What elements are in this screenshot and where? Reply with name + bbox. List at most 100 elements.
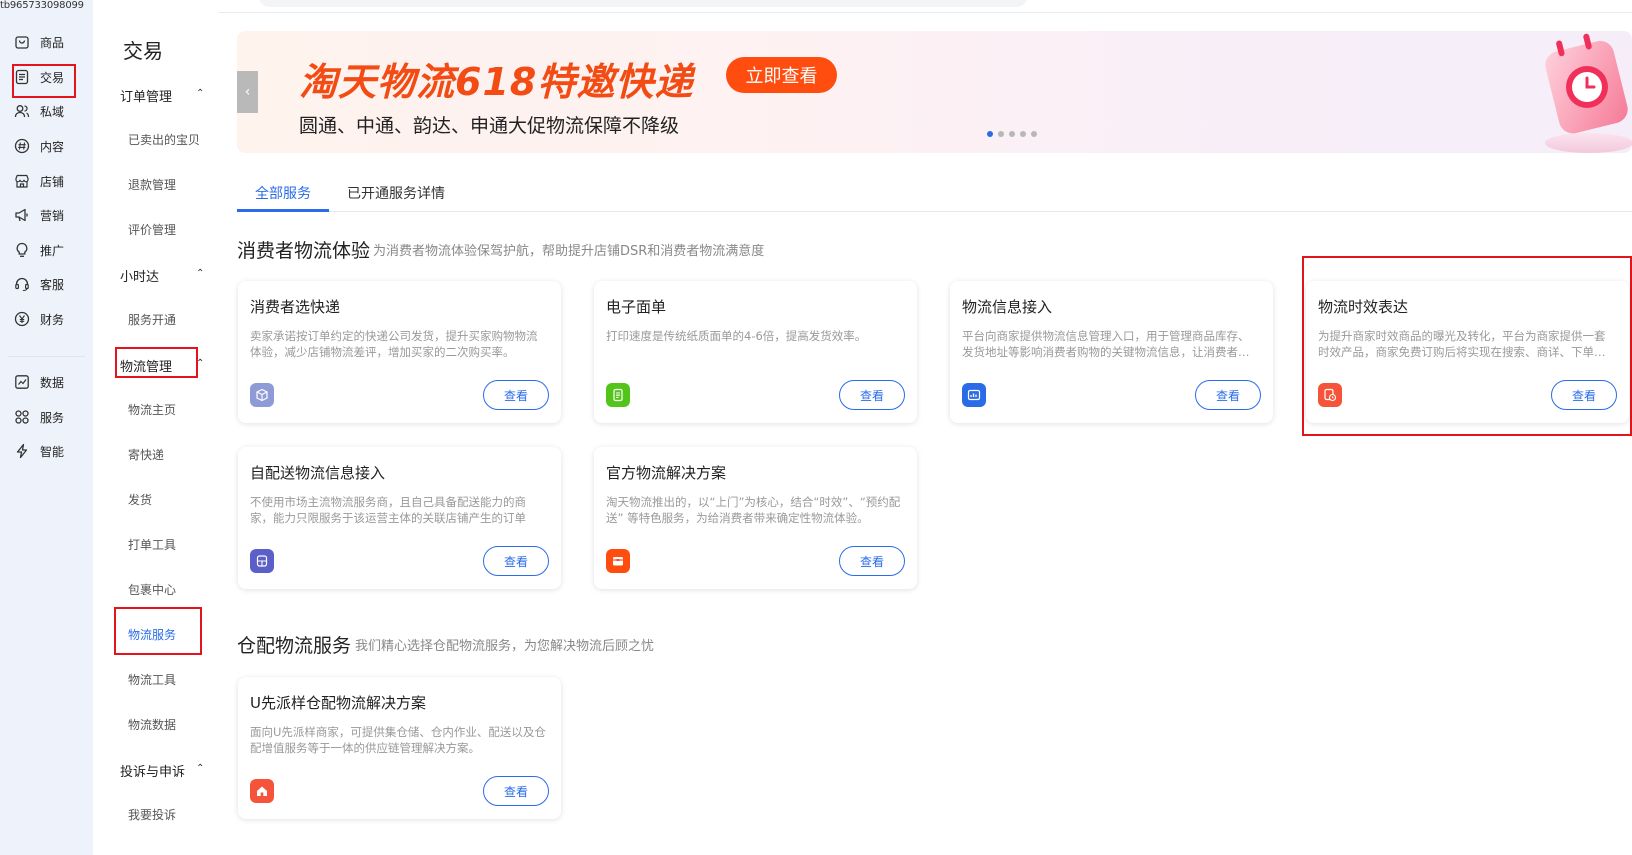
rail-item-service[interactable]: 服务 <box>0 402 93 432</box>
store-icon <box>15 174 29 188</box>
nav-item-service-activation[interactable]: 服务开通 <box>128 311 176 328</box>
carousel-dot[interactable] <box>1009 131 1015 137</box>
nav-item-refunds[interactable]: 退款管理 <box>128 176 176 193</box>
service-card: 物流信息接入 平台向商家提供物流信息管理入口，用于管理商品库存、发货地址等影响消… <box>950 281 1273 423</box>
search-bar[interactable] <box>258 0 1028 7</box>
rail-item-goods[interactable]: 商品 <box>0 27 93 57</box>
rail-item-label: 营销 <box>40 209 65 223</box>
nav-group-hourly[interactable]: 小时达 <box>120 266 159 285</box>
primary-nav-rail: tb965733098099 商品 交易 私域 内容 店铺 营销 推广 客服 财… <box>0 0 93 855</box>
banner-title: 淘天物流618特邀快递 <box>299 60 694 104</box>
view-button[interactable]: 查看 <box>839 380 905 410</box>
card-title: 电子面单 <box>606 298 667 316</box>
nav-item-logistics-tools[interactable]: 物流工具 <box>128 671 176 688</box>
card-description: 面向U先派样商家，可提供集仓储、仓内作业、配送以及仓配增值服务等于一体的供应链管… <box>250 725 546 755</box>
service-card: 自配送物流信息接入 不使用市场主流物流服务商，且自己具备配送能力的商家，能力只限… <box>238 447 561 589</box>
nav-item-parcel-center[interactable]: 包裹中心 <box>128 581 176 598</box>
nav-item-print-tool[interactable]: 打单工具 <box>128 536 176 553</box>
rail-item-trade[interactable]: 交易 <box>0 62 93 92</box>
card-description: 平台向商家提供物流信息管理入口，用于管理商品库存、发货地址等影响消费者购物的关键… <box>962 329 1250 359</box>
carousel-dots <box>987 131 1037 137</box>
lightbulb-icon <box>16 242 28 257</box>
subnav-title: 交易 <box>123 39 163 63</box>
rail-item-promotion[interactable]: 推广 <box>0 235 93 265</box>
rail-item-intelligence[interactable]: 智能 <box>0 436 93 466</box>
service-tabs: 全部服务 已开通服务详情 <box>237 176 1632 212</box>
view-button[interactable]: 查看 <box>483 380 549 410</box>
view-button[interactable]: 查看 <box>839 546 905 576</box>
truck-icon <box>250 549 274 573</box>
bag-icon <box>15 36 29 49</box>
document-icon <box>606 383 630 407</box>
carousel-dot[interactable] <box>1020 131 1026 137</box>
nav-item-logistics-services[interactable]: 物流服务 <box>128 626 176 643</box>
nav-group-logistics[interactable]: 物流管理 <box>120 356 172 375</box>
rail-item-marketing[interactable]: 营销 <box>0 200 93 230</box>
card-description: 淘天物流推出的，以“上门”为核心，结合“时效”、“预约配送” 等特色服务，为给消… <box>606 495 901 525</box>
view-button[interactable]: 查看 <box>483 776 549 806</box>
rail-item-label: 推广 <box>40 244 65 258</box>
rail-item-label: 服务 <box>40 411 65 425</box>
nav-group-complaints[interactable]: 投诉与申诉 <box>120 761 185 780</box>
nav-item-ship[interactable]: 发货 <box>128 491 152 508</box>
card-title: 物流时效表达 <box>1318 298 1409 316</box>
section-title: 仓配物流服务 <box>237 635 352 657</box>
nav-item-sold-items[interactable]: 已卖出的宝贝 <box>128 131 200 148</box>
section-description: 我们精心选择仓配物流服务，为您解决物流后顾之忧 <box>355 639 655 654</box>
nav-group-orders[interactable]: 订单管理 <box>120 86 172 105</box>
nav-item-logistics-home[interactable]: 物流主页 <box>128 401 176 418</box>
rail-item-private-domain[interactable]: 私域 <box>0 96 93 126</box>
service-card: 物流时效表达 为提升商家时效商品的曝光及转化，平台为商家提供一套时效产品，商家免… <box>1306 281 1629 423</box>
card-title: U先派样仓配物流解决方案 <box>250 694 426 712</box>
rail-item-label: 内容 <box>40 140 65 154</box>
rail-item-label: 商品 <box>40 36 65 50</box>
rail-item-content[interactable]: 内容 <box>0 131 93 161</box>
rail-item-label: 财务 <box>40 313 65 327</box>
tab-activated-services[interactable]: 已开通服务详情 <box>347 183 445 203</box>
card-description: 卖家承诺按订单约定的快递公司发货，提升买家购物物流体验，减少店铺物流差评，增加买… <box>250 329 538 359</box>
hash-icon <box>14 138 30 154</box>
service-card: 消费者选快递 卖家承诺按订单约定的快递公司发货，提升买家购物物流体验，减少店铺物… <box>238 281 561 423</box>
card-title: 消费者选快递 <box>250 298 341 316</box>
chevron-up-icon[interactable]: ⌃ <box>196 763 204 774</box>
rail-item-customer-service[interactable]: 客服 <box>0 269 93 299</box>
data-icon <box>962 383 986 407</box>
banner-subtitle: 圆通、中通、韵达、申通大促物流保障不降级 <box>299 115 680 137</box>
tab-active-underline <box>237 209 329 212</box>
rail-item-store[interactable]: 店铺 <box>0 166 93 196</box>
nav-item-reviews[interactable]: 评价管理 <box>128 221 176 238</box>
apps-icon <box>15 410 29 424</box>
users-icon <box>14 105 30 118</box>
carousel-dot[interactable] <box>1031 131 1037 137</box>
promo-banner[interactable]: ‹ 淘天物流618特邀快递 立即查看 圆通、中通、韵达、申通大促物流保障不降级 <box>237 31 1632 153</box>
service-card: U先派样仓配物流解决方案 面向U先派样商家，可提供集仓储、仓内作业、配送以及仓配… <box>238 677 561 819</box>
view-button[interactable]: 查看 <box>483 546 549 576</box>
card-description: 打印速度是传统纸质面单的4-6倍，提高发货效率。 <box>606 329 867 343</box>
card-title: 自配送物流信息接入 <box>250 464 386 482</box>
nav-item-logistics-data[interactable]: 物流数据 <box>128 716 176 733</box>
view-button[interactable]: 查看 <box>1551 380 1617 410</box>
rail-item-label: 店铺 <box>40 175 65 189</box>
chevron-left-icon[interactable]: ‹ <box>237 71 258 113</box>
rail-item-finance[interactable]: 财务 <box>0 304 93 334</box>
megaphone-icon <box>15 208 28 222</box>
chart-line-icon <box>15 375 29 389</box>
rail-item-data[interactable]: 数据 <box>0 367 93 397</box>
secondary-nav: 交易 订单管理 ⌃ 已卖出的宝贝 退款管理 评价管理 小时达 ⌃ 服务开通 物流… <box>93 0 218 855</box>
banner-view-now-button[interactable]: 立即查看 <box>726 57 837 93</box>
chevron-up-icon[interactable]: ⌃ <box>196 88 204 99</box>
list-icon <box>15 69 29 85</box>
section-title: 消费者物流体验 <box>237 240 371 262</box>
chevron-up-icon[interactable]: ⌃ <box>196 358 204 369</box>
user-id: tb965733098099 <box>0 0 84 11</box>
rail-item-label: 交易 <box>40 71 65 85</box>
tab-all-services[interactable]: 全部服务 <box>255 183 311 203</box>
carousel-dot[interactable] <box>998 131 1004 137</box>
card-title: 物流信息接入 <box>962 298 1053 316</box>
carousel-dot[interactable] <box>987 131 993 137</box>
nav-item-file-complaint[interactable]: 我要投诉 <box>128 806 176 823</box>
card-title: 官方物流解决方案 <box>606 464 727 482</box>
chevron-up-icon[interactable]: ⌃ <box>196 268 204 279</box>
view-button[interactable]: 查看 <box>1195 380 1261 410</box>
nav-item-send-express[interactable]: 寄快递 <box>128 446 164 463</box>
